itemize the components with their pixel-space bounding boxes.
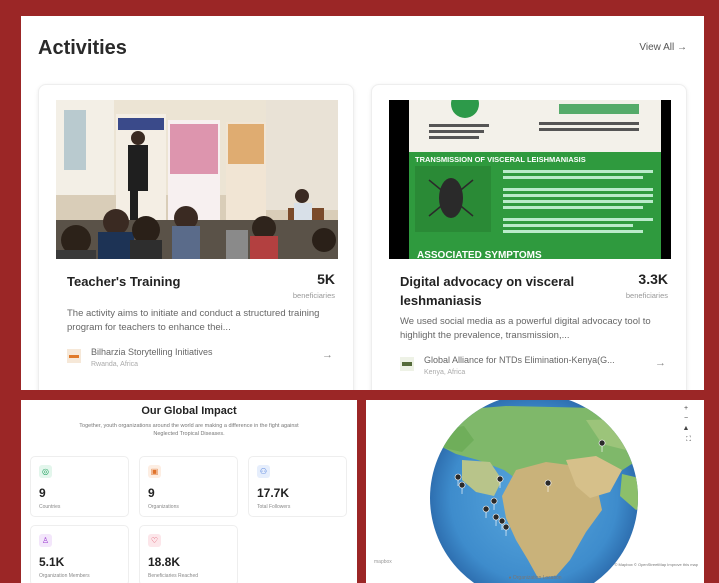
world-map[interactable] bbox=[366, 400, 704, 583]
section-title: Activities bbox=[38, 37, 127, 59]
arrow-right-icon[interactable]: → bbox=[322, 349, 333, 361]
stat-card-members: ♙ 5.1K Organization Members bbox=[30, 525, 129, 583]
globe-icon: ◎ bbox=[39, 465, 52, 478]
map-attribution[interactable]: © Mapbox © OpenStreetMap Improve this ma… bbox=[615, 562, 699, 567]
activity-card[interactable]: Teacher's Training 5K beneficiaries The … bbox=[38, 84, 354, 390]
zoom-in-button[interactable]: + bbox=[680, 404, 692, 414]
map-zoom-controls[interactable]: + − ▲ bbox=[680, 404, 692, 434]
stat-label: Organization Members bbox=[39, 573, 90, 579]
stat-value: 17.7K bbox=[257, 486, 290, 500]
org-name: Global Alliance for NTDs Elimination-Ken… bbox=[424, 355, 615, 365]
member-icon: ♙ bbox=[39, 534, 52, 547]
heart-icon: ♡ bbox=[148, 534, 161, 547]
stat-label: Organizations bbox=[148, 504, 179, 510]
stat-value: 18.8K bbox=[148, 555, 181, 569]
activities-section: Activities View All → Teacher's Training… bbox=[21, 16, 704, 390]
stat-value: 9 bbox=[148, 486, 155, 500]
view-all-link[interactable]: View All → bbox=[639, 42, 687, 53]
stat-label: Countries bbox=[39, 504, 61, 510]
zoom-out-button[interactable]: − bbox=[680, 414, 692, 424]
stat-value: 5.1K bbox=[39, 555, 65, 569]
stat-card-followers: ⚇ 17.7K Total Followers bbox=[248, 456, 347, 517]
map-legend: ● Organization Location bbox=[508, 575, 562, 581]
beneficiaries-count: 3.3K bbox=[638, 271, 668, 287]
building-icon: ▣ bbox=[148, 465, 161, 478]
stat-label: Total Followers bbox=[257, 504, 291, 510]
org-name: Bilharzia Storytelling Initiatives bbox=[91, 347, 213, 357]
svg-text:TRANSMISSION OF VISCERAL LEISH: TRANSMISSION OF VISCERAL LEISHMANIASIS bbox=[415, 155, 586, 164]
arrow-right-icon[interactable]: → bbox=[655, 357, 666, 369]
activity-description: We used social media as a powerful digit… bbox=[400, 316, 651, 341]
fullscreen-icon[interactable]: ⛶ bbox=[686, 436, 691, 444]
org-logo bbox=[400, 357, 414, 371]
stat-value: 9 bbox=[39, 486, 46, 500]
activity-description: The activity aims to initiate and conduc… bbox=[67, 308, 320, 333]
activity-title: Digital advocacy on visceral leshmaniasi… bbox=[400, 274, 575, 308]
activity-card[interactable]: TRANSMISSION OF VISCERAL LEISHMANIASIS A… bbox=[371, 84, 687, 390]
compass-icon[interactable]: ▲ bbox=[680, 424, 692, 434]
stat-card-organizations: ▣ 9 Organizations bbox=[139, 456, 238, 517]
activity-title: Teacher's Training bbox=[67, 274, 181, 289]
stat-card-beneficiaries: ♡ 18.8K Beneficiaries Reached bbox=[139, 525, 238, 583]
activity-image: TRANSMISSION OF VISCERAL LEISHMANIASIS A… bbox=[389, 100, 671, 259]
impact-subtitle: Together, youth organizations around the… bbox=[79, 423, 299, 437]
beneficiaries-label: beneficiaries bbox=[292, 291, 335, 300]
mapbox-logo: mapbox bbox=[374, 559, 392, 565]
beneficiaries-label: beneficiaries bbox=[625, 291, 668, 300]
stat-card-countries: ◎ 9 Countries bbox=[30, 456, 129, 517]
impact-title: Our Global Impact bbox=[141, 405, 237, 417]
global-impact-section: Our Global Impact Together, youth organi… bbox=[21, 400, 357, 583]
stat-label: Beneficiaries Reached bbox=[148, 573, 199, 579]
org-logo bbox=[67, 349, 81, 363]
users-icon: ⚇ bbox=[257, 465, 270, 478]
map-section[interactable]: + − ▲ ⛶ mapbox © Mapbox © OpenStreetMap … bbox=[366, 400, 704, 583]
svg-text:ASSOCIATED SYMPTOMS: ASSOCIATED SYMPTOMS bbox=[417, 250, 542, 259]
beneficiaries-count: 5K bbox=[317, 271, 335, 287]
org-location: Rwanda, Africa bbox=[91, 361, 139, 368]
org-location: Kenya, Africa bbox=[424, 369, 466, 376]
activity-image bbox=[56, 100, 338, 259]
